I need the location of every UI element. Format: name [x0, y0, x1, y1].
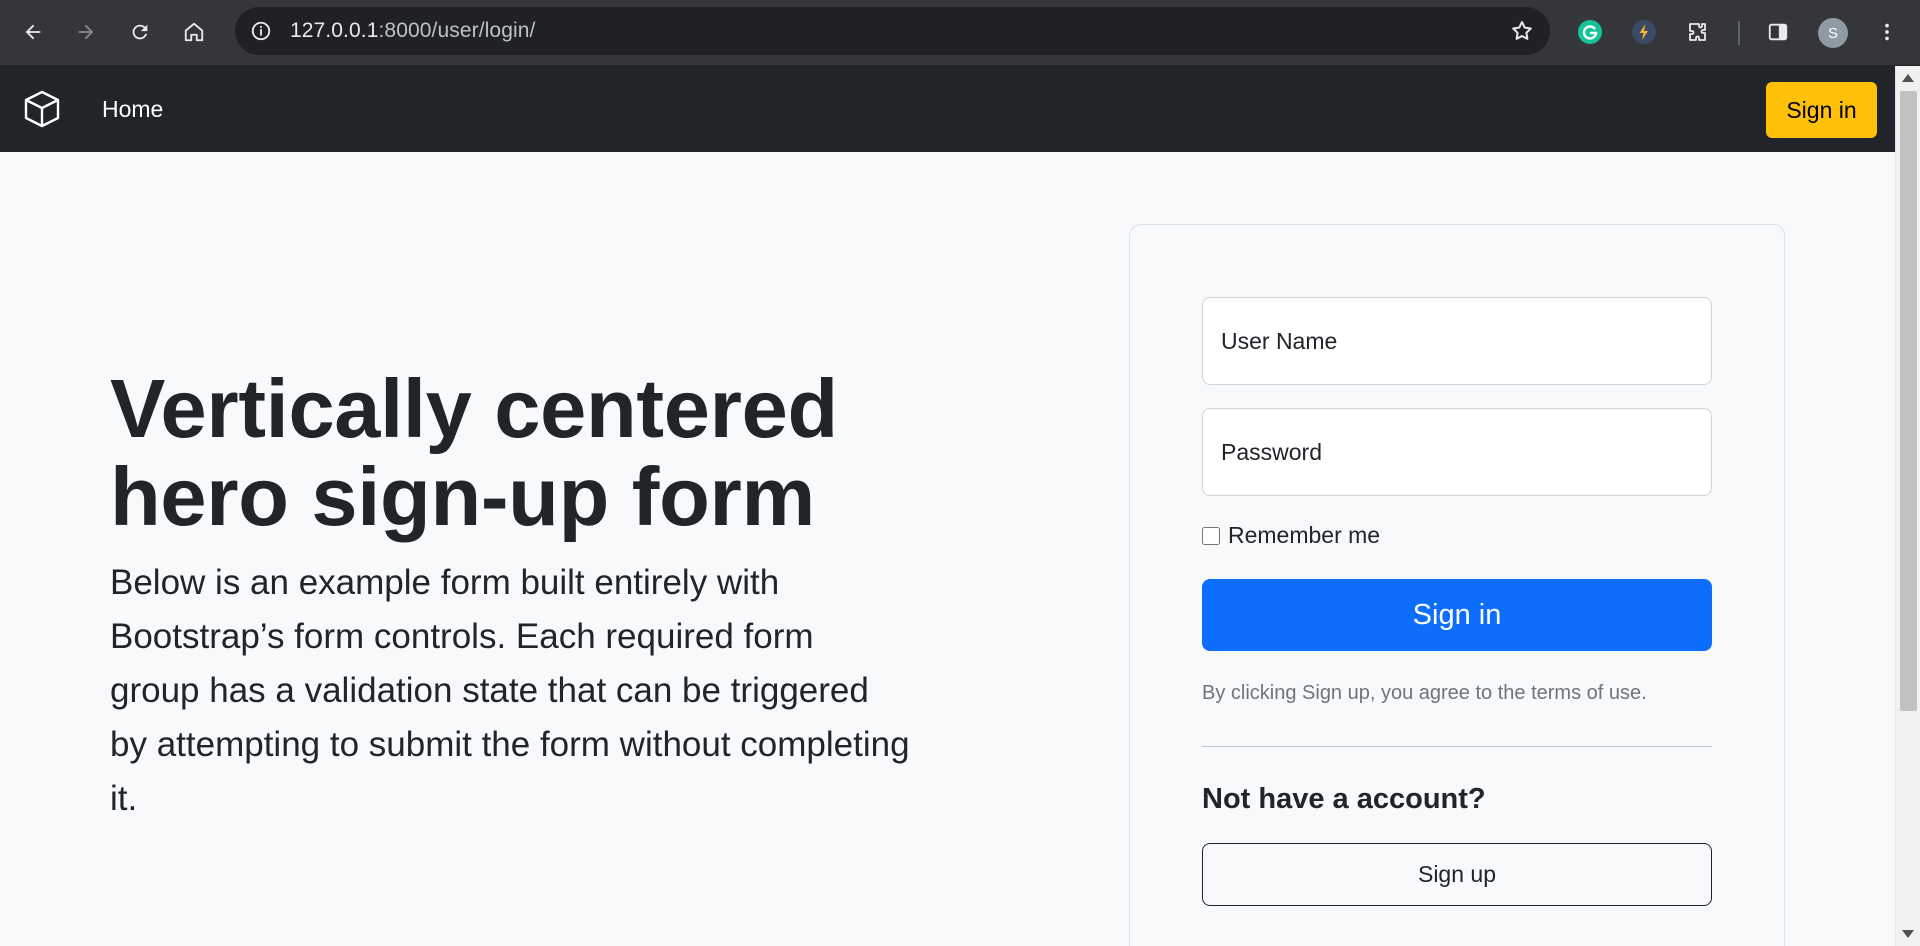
- back-button[interactable]: [14, 13, 52, 51]
- home-button[interactable]: [175, 13, 213, 51]
- arrow-left-icon: [25, 24, 41, 40]
- grammarly-icon: [1578, 20, 1602, 44]
- browser-menu-button[interactable]: [1868, 13, 1906, 51]
- password-input[interactable]: [1202, 408, 1712, 496]
- profile-avatar[interactable]: S: [1818, 18, 1848, 48]
- signup-button[interactable]: Sign up: [1202, 843, 1712, 906]
- remember-me-label: Remember me: [1228, 522, 1381, 548]
- remember-me-option[interactable]: Remember me: [1202, 522, 1380, 549]
- remember-me-checkbox[interactable]: [1202, 526, 1220, 545]
- form-divider: [1202, 746, 1712, 747]
- address-bar[interactable]: 127.0.0.1:8000/user/login/: [235, 7, 1550, 55]
- scroll-down-arrow-icon[interactable]: [1902, 930, 1914, 938]
- box-logo-icon[interactable]: [22, 89, 62, 129]
- site-navbar: Home Sign in: [0, 66, 1895, 152]
- side-panel-icon: [1768, 23, 1788, 41]
- side-panel-button[interactable]: [1759, 13, 1797, 51]
- extensions-button[interactable]: [1679, 13, 1717, 51]
- browser-toolbar: 127.0.0.1:8000/user/login/ S: [0, 0, 1920, 66]
- grammarly-extension-button[interactable]: [1571, 13, 1609, 51]
- navbar-signin-button[interactable]: Sign in: [1766, 82, 1877, 138]
- terms-text: By clicking Sign up, you agree to the te…: [1202, 682, 1647, 704]
- hero-title: Vertically centered hero sign-up form: [110, 362, 838, 543]
- username-input[interactable]: [1202, 297, 1712, 385]
- page-scrollbar[interactable]: [1895, 66, 1920, 946]
- no-account-heading: Not have a account?: [1202, 783, 1486, 815]
- scroll-up-arrow-icon[interactable]: [1902, 74, 1914, 82]
- url-host: 127.0.0.1: [290, 19, 379, 42]
- bolt-extension-button[interactable]: [1625, 13, 1663, 51]
- forward-button[interactable]: [67, 13, 105, 51]
- reload-button[interactable]: [121, 13, 159, 51]
- lightning-bolt-icon: [1632, 20, 1656, 44]
- site-info-icon[interactable]: [247, 17, 275, 45]
- home-icon: [184, 22, 204, 42]
- bookmark-star-icon[interactable]: [1508, 17, 1536, 45]
- arrow-right-icon: [78, 24, 94, 40]
- url-text[interactable]: 127.0.0.1:8000/user/login/: [290, 19, 535, 43]
- reload-icon: [132, 24, 148, 40]
- url-path: :8000/user/login/: [378, 19, 536, 42]
- hero-lead-text: Below is an example form built entirely …: [110, 563, 910, 818]
- toolbar-separator: [1738, 21, 1740, 45]
- more-vertical-icon: [1885, 23, 1889, 41]
- nav-link-home[interactable]: Home: [102, 96, 163, 123]
- puzzle-piece-icon: [1689, 23, 1706, 41]
- signin-submit-button[interactable]: Sign in: [1202, 579, 1712, 651]
- scrollbar-thumb[interactable]: [1900, 91, 1917, 711]
